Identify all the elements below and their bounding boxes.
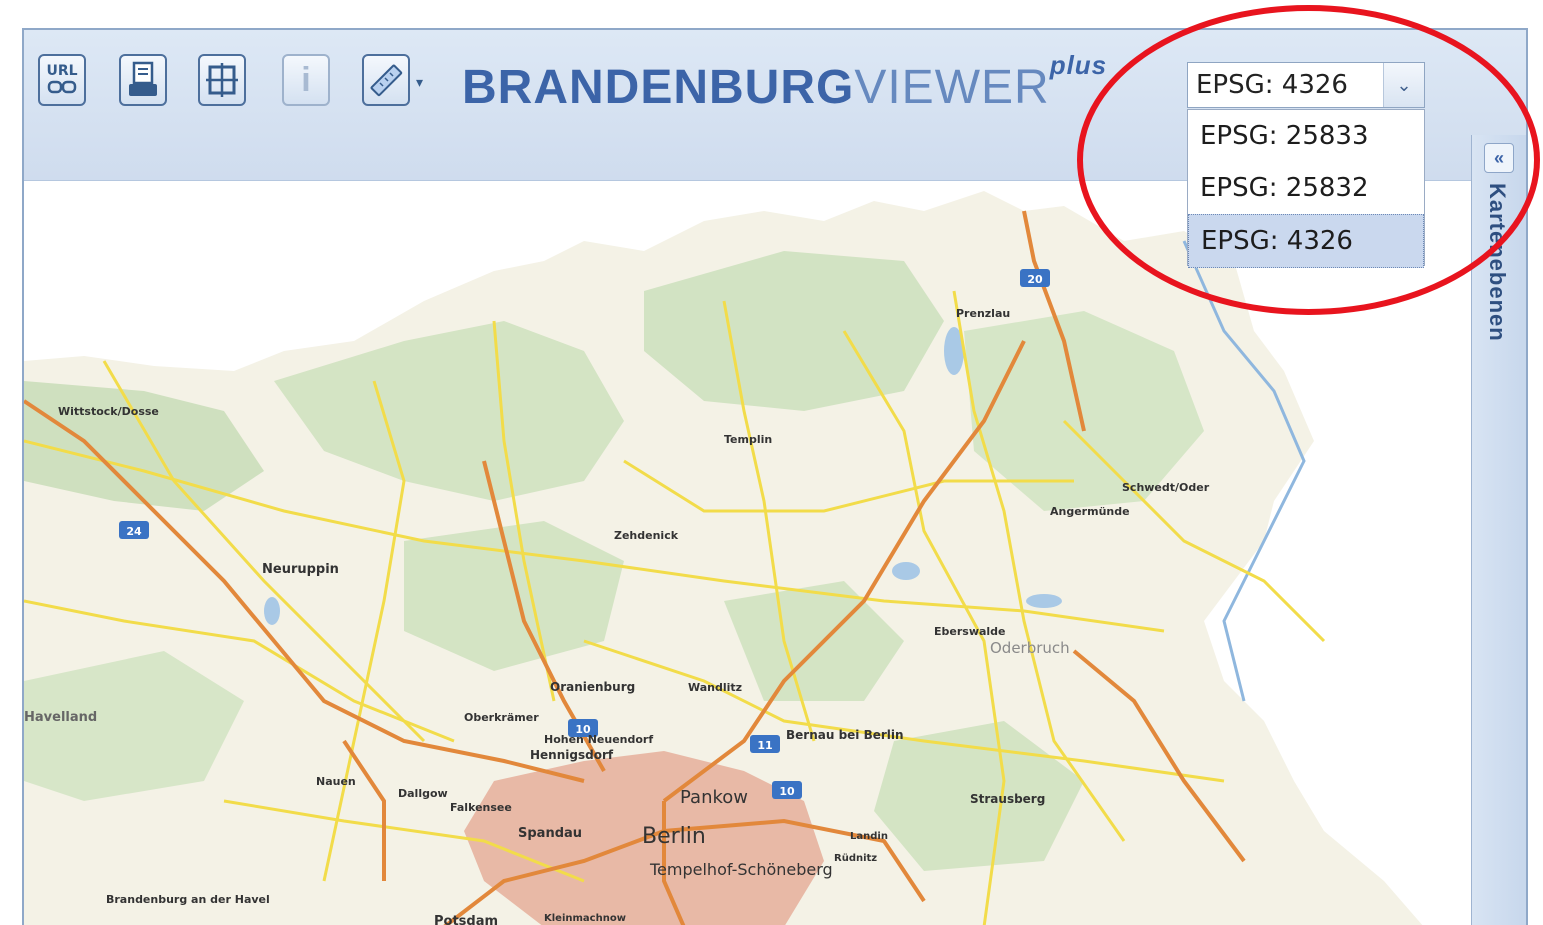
place-label: Angermünde bbox=[1050, 505, 1130, 518]
svg-text:URL: URL bbox=[46, 63, 77, 79]
app-brand: BRANDENBURGVIEWERplus bbox=[462, 50, 1107, 115]
place-label: Rüdnitz bbox=[834, 853, 877, 864]
place-label: Prenzlau bbox=[956, 307, 1010, 320]
place-label: Tempelhof-Schöneberg bbox=[649, 860, 833, 879]
place-label: Zehdenick bbox=[614, 529, 679, 542]
road-shield: 20 bbox=[1020, 269, 1050, 287]
place-label: Falkensee bbox=[450, 801, 512, 814]
place-label: Dallgow bbox=[398, 787, 448, 800]
place-label: Potsdam bbox=[434, 914, 498, 925]
place-label: Wandlitz bbox=[688, 681, 742, 694]
info-button[interactable]: i bbox=[282, 54, 330, 106]
crs-dropdown-list: EPSG: 25833 EPSG: 25832 EPSG: 4326 bbox=[1187, 109, 1425, 268]
brand-sup: plus bbox=[1049, 50, 1108, 80]
place-label: Havelland bbox=[24, 710, 97, 725]
crs-dropdown-trigger[interactable]: ⌄ bbox=[1383, 63, 1424, 107]
info-icon: i bbox=[301, 60, 311, 99]
print-button[interactable] bbox=[119, 54, 167, 106]
print-icon bbox=[129, 61, 157, 96]
expand-panel-button[interactable]: « bbox=[1484, 143, 1514, 173]
lake bbox=[264, 597, 280, 625]
crs-option[interactable]: EPSG: 25833 bbox=[1188, 110, 1424, 162]
lake bbox=[892, 562, 920, 580]
place-label: Berlin bbox=[642, 824, 706, 849]
url-link-icon: URL bbox=[46, 63, 78, 94]
map-view[interactable]: 20 24 10 11 10 Wittstock/Dosse Prenzlau bbox=[24, 181, 1472, 925]
place-label: Schwedt/Oder bbox=[1122, 481, 1210, 494]
measure-button[interactable] bbox=[362, 54, 410, 106]
grid-button[interactable] bbox=[198, 54, 246, 106]
place-label: Oderbruch bbox=[990, 639, 1070, 657]
svg-text:11: 11 bbox=[757, 739, 772, 752]
place-label: Templin bbox=[724, 433, 772, 446]
svg-text:20: 20 bbox=[1027, 273, 1043, 286]
app-frame: URL i ▾ BRANDENBURGVIEWERplus 20 24 10 1… bbox=[22, 28, 1528, 925]
road-shield: 24 bbox=[119, 521, 149, 539]
url-link-button[interactable]: URL bbox=[38, 54, 86, 106]
place-label: Eberswalde bbox=[934, 625, 1006, 638]
place-label: Landin bbox=[850, 831, 888, 842]
place-label: Pankow bbox=[680, 787, 748, 808]
brand-light: VIEWER bbox=[854, 61, 1050, 114]
layers-side-panel[interactable]: « Kartenebenen bbox=[1471, 135, 1526, 925]
crs-input[interactable] bbox=[1188, 63, 1394, 107]
road-shield: 11 bbox=[750, 735, 780, 753]
lake bbox=[1026, 594, 1062, 608]
place-label: Hennigsdorf bbox=[530, 748, 614, 762]
place-label: Wittstock/Dosse bbox=[58, 405, 159, 418]
crs-option[interactable]: EPSG: 25832 bbox=[1188, 162, 1424, 214]
svg-text:10: 10 bbox=[779, 785, 795, 798]
place-label: Spandau bbox=[518, 826, 582, 841]
chevron-down-icon: ⌄ bbox=[1396, 74, 1412, 95]
place-label: Kleinmachnow bbox=[544, 913, 626, 924]
place-label: Oberkrämer bbox=[464, 711, 539, 724]
place-label: Oranienburg bbox=[550, 680, 635, 694]
measure-menu-arrow[interactable]: ▾ bbox=[416, 74, 423, 91]
crs-option-selected[interactable]: EPSG: 4326 bbox=[1188, 214, 1424, 268]
place-label: Strausberg bbox=[970, 792, 1045, 806]
place-label: Hohen Neuendorf bbox=[544, 733, 653, 746]
map-canvas[interactable]: 20 24 10 11 10 Wittstock/Dosse Prenzlau bbox=[24, 181, 1472, 925]
crs-select[interactable]: ⌄ bbox=[1187, 62, 1425, 108]
road-shield: 10 bbox=[772, 781, 802, 799]
layers-panel-title[interactable]: Kartenebenen bbox=[1484, 183, 1510, 342]
grid-icon bbox=[206, 63, 238, 97]
svg-text:24: 24 bbox=[126, 525, 142, 538]
place-label: Bernau bei Berlin bbox=[786, 728, 904, 742]
measure-icon bbox=[370, 64, 403, 97]
place-label: Neuruppin bbox=[262, 562, 339, 577]
place-label: Nauen bbox=[316, 775, 356, 788]
place-label: Brandenburg an der Havel bbox=[106, 893, 270, 906]
brand-bold: BRANDENBURG bbox=[462, 61, 855, 114]
